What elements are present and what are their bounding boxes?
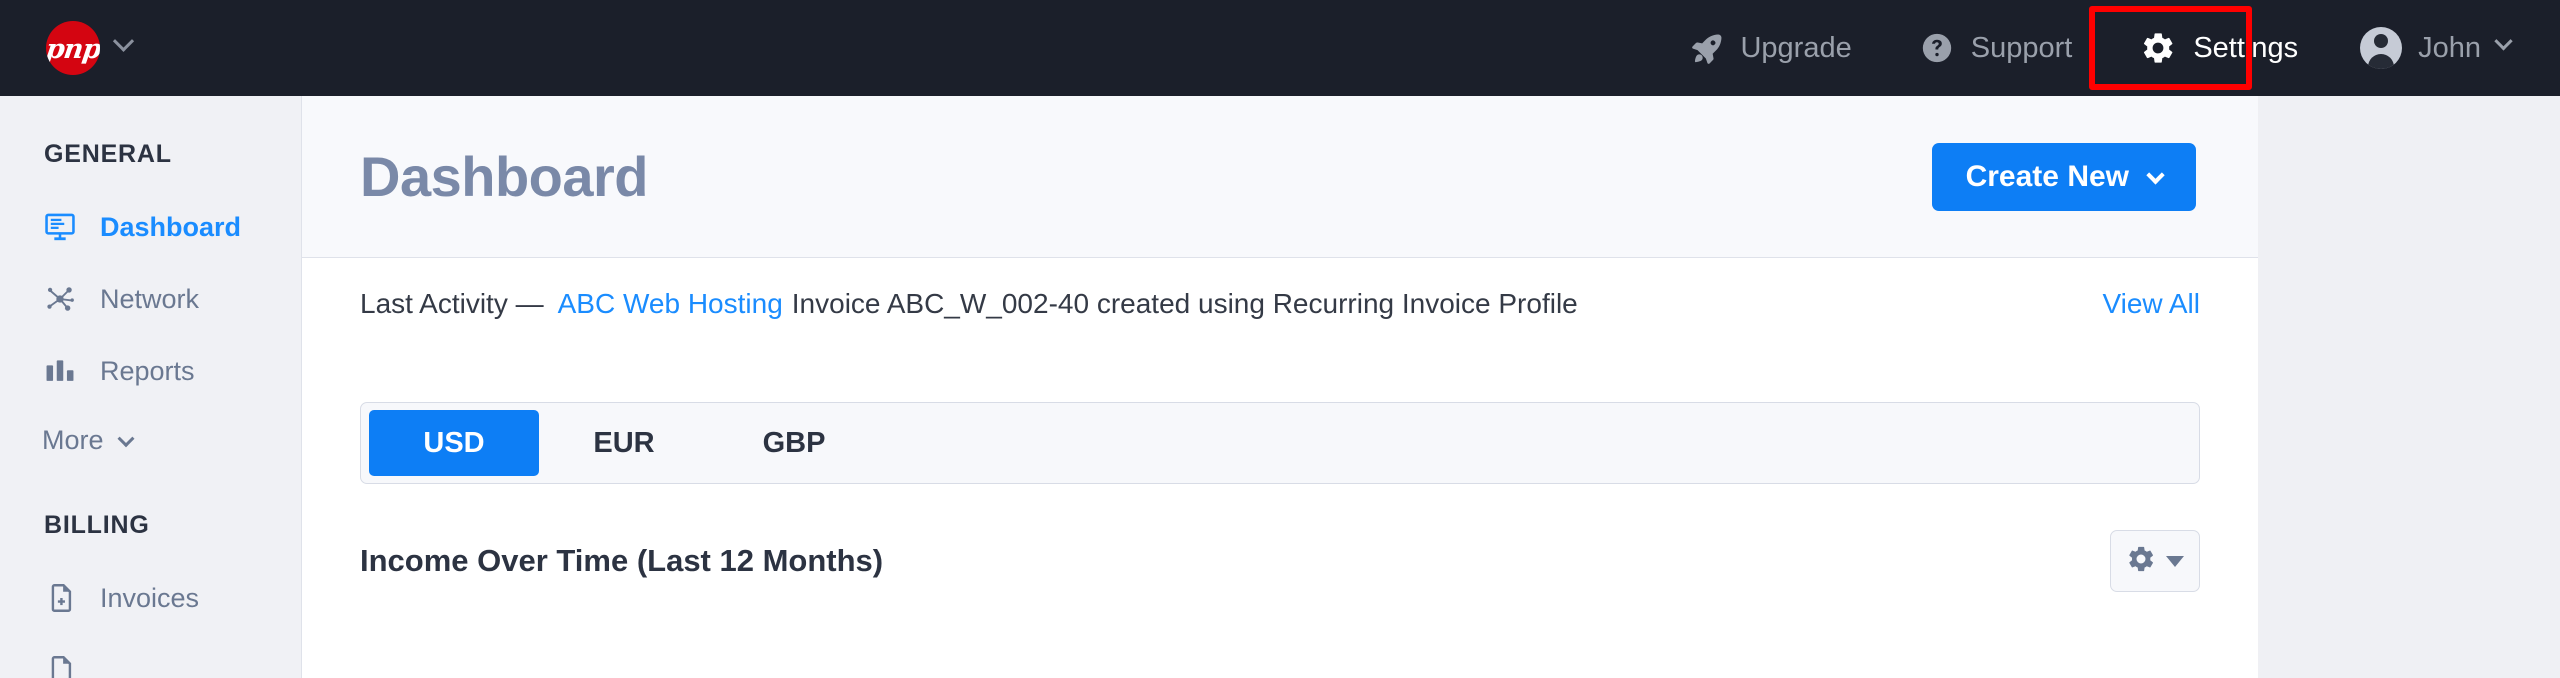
sidebar-label-invoices: Invoices [100,583,199,614]
gear-icon [2140,30,2176,66]
nav-label-upgrade: Upgrade [1740,32,1851,65]
sidebar-item-dashboard[interactable]: Dashboard [0,191,301,263]
currency-tab-usd[interactable]: USD [369,410,539,476]
content-panel: Dashboard Create New Last Activity — ABC… [302,96,2258,678]
gear-icon [2126,544,2156,579]
currency-tab-eur[interactable]: EUR [539,410,709,476]
sidebar-label-dashboard: Dashboard [100,212,241,243]
sidebar-item-partial[interactable] [0,634,301,678]
currency-tab-gbp[interactable]: GBP [709,410,879,476]
document-icon [42,653,78,678]
sidebar-item-network[interactable]: Network [0,263,301,335]
chevron-down-icon [120,425,132,456]
rocket-icon [1689,31,1723,65]
sidebar-label-reports: Reports [100,356,195,387]
user-chevron-down-icon [2497,39,2510,57]
user-name-label: John [2418,32,2481,65]
sidebar: GENERAL Dashboard [0,96,302,678]
user-menu[interactable]: John [2332,0,2530,96]
nav-item-support[interactable]: Support [1886,0,2107,96]
caret-down-icon [2166,556,2184,567]
top-nav-items: Upgrade Support Settin [1655,0,2560,96]
dashboard-page: pnp Upgrade [0,0,2560,678]
activity-account-link[interactable]: ABC Web Hosting [558,288,783,320]
chart-title: Income Over Time (Last 12 Months) [360,543,883,579]
chart-header: Income Over Time (Last 12 Months) [360,530,2200,592]
network-nodes-icon [42,282,78,316]
user-avatar-icon [2360,27,2402,69]
last-activity-prefix: Last Activity — [360,288,544,320]
nav-label-settings: Settings [2193,32,2298,65]
currency-tab-bar: USD EUR GBP [360,402,2200,484]
logo-chevron-down-icon[interactable] [116,38,131,58]
sidebar-spacer [0,473,301,511]
nav-item-upgrade[interactable]: Upgrade [1655,0,1885,96]
logo-text: pnp [46,36,100,63]
chart-settings-button[interactable] [2110,530,2200,592]
sidebar-section-billing: BILLING [0,511,301,540]
brand-logo[interactable]: pnp [46,21,131,75]
activity-description: Invoice ABC_W_002-40 created using Recur… [792,288,1578,320]
nav-label-support: Support [1971,32,2073,65]
monitor-icon [42,210,78,244]
bar-chart-icon [42,354,78,388]
sidebar-item-reports[interactable]: Reports [0,335,301,407]
last-activity-row: Last Activity — ABC Web Hosting Invoice … [302,258,2258,350]
view-all-link[interactable]: View All [2102,288,2200,320]
create-new-label: Create New [1966,160,2129,194]
create-new-button[interactable]: Create New [1932,143,2196,211]
top-navigation-bar: pnp Upgrade [0,0,2560,96]
document-plus-icon [42,581,78,615]
sidebar-label-network: Network [100,284,199,315]
sidebar-section-general: GENERAL [0,140,301,169]
sidebar-item-invoices[interactable]: Invoices [0,562,301,634]
question-circle-icon [1920,31,1954,65]
panel-header: Dashboard Create New [302,96,2258,258]
chevron-down-icon [2149,160,2162,194]
sidebar-item-more[interactable]: More [0,407,301,473]
page-title: Dashboard [360,144,648,209]
logo-mark: pnp [46,21,100,75]
sidebar-label-more: More [42,425,104,456]
nav-item-settings[interactable]: Settings [2106,0,2332,96]
